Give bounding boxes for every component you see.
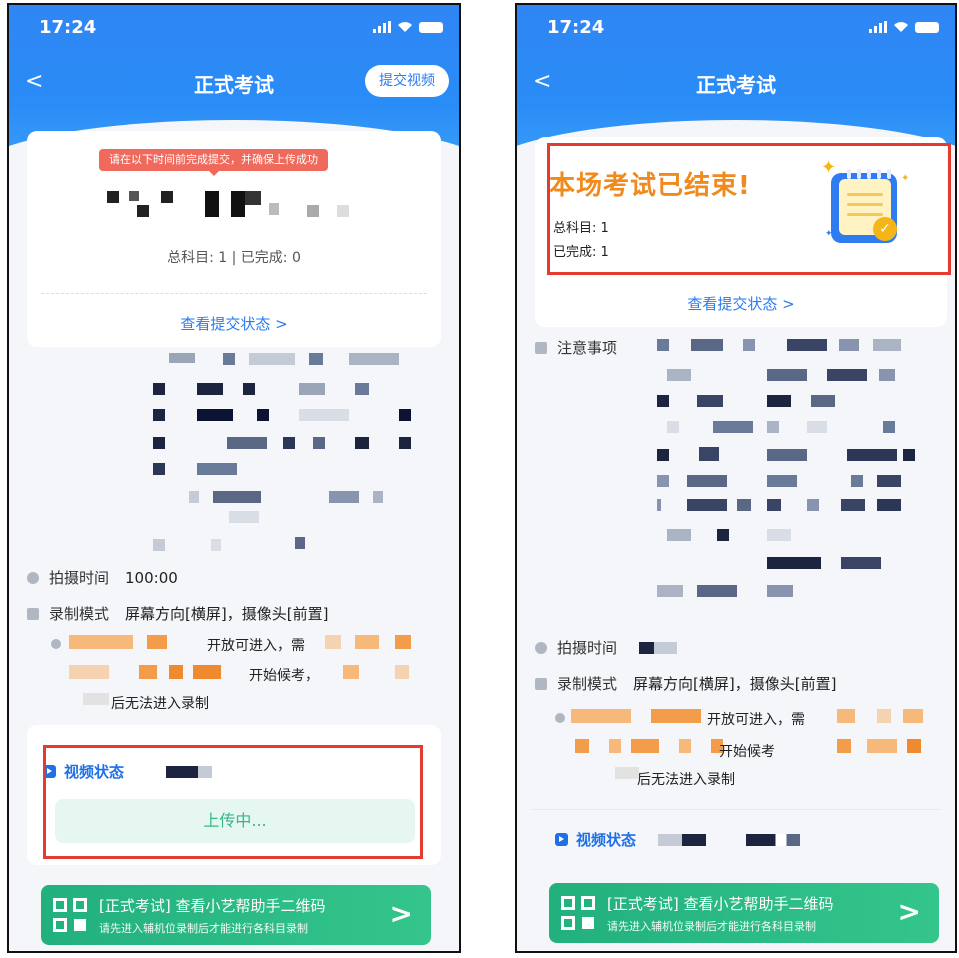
notice-icon <box>535 341 547 354</box>
chevron-right-icon: > <box>897 895 921 928</box>
page-title: 正式考试 <box>696 73 776 97</box>
view-submit-status-link[interactable]: 查看提交状态 > <box>27 313 441 334</box>
submit-video-button[interactable]: 提交视频 <box>365 65 449 97</box>
progress-summary: 总科目: 1 | 已完成: 0 <box>167 250 301 266</box>
nav-bar: < 正式考试 <box>517 63 955 103</box>
shoot-time-row: 拍摄时间 100:00 <box>27 567 178 588</box>
banner-subtitle: 请先进入辅机位录制后才能进行各科目录制 <box>607 920 816 933</box>
highlight-frame <box>547 143 951 275</box>
record-mode-label: 录制模式 <box>557 675 618 693</box>
video-status-row: 视频状态 <box>555 829 801 850</box>
notice-line-2: 开始候考 <box>719 744 775 760</box>
notice-line-3: 后无法进入录制 <box>637 772 735 788</box>
notice-label: 注意事项 <box>557 339 618 357</box>
redacted-notes <box>657 339 937 619</box>
record-mode-value: 屏幕方向[横屏]，摄像头[前置] <box>125 605 329 623</box>
divider <box>531 809 941 810</box>
notice-row: 注意事项 <box>535 337 617 358</box>
banner-subtitle: 请先进入辅机位录制后才能进行各科目录制 <box>99 922 308 935</box>
notice-block: 开放可进入，需 开始候考， 后无法进入录制 <box>43 631 423 715</box>
record-mode-row: 录制模式 屏幕方向[横屏]，摄像头[前置] <box>535 673 836 694</box>
wifi-icon <box>894 22 908 32</box>
clock-icon <box>535 641 547 654</box>
clock-icon <box>27 571 39 584</box>
status-time: 17:24 <box>39 17 97 38</box>
signal-icon <box>373 21 391 33</box>
view-submit-status-link[interactable]: 查看提交状态 > <box>535 293 947 314</box>
nav-bar: < 正式考试 提交视频 <box>9 63 459 103</box>
shoot-time-label: 拍摄时间 <box>49 569 110 587</box>
notice-line-3: 后无法进入录制 <box>111 696 209 712</box>
redacted-shoot-time <box>639 641 678 654</box>
notice-line-2: 开始候考， <box>249 668 319 684</box>
status-bar: 17:24 <box>9 5 459 49</box>
deadline-tip: 请在以下时间前完成提交，并确保上传成功 <box>99 149 328 176</box>
divider <box>41 293 427 294</box>
qr-helper-banner[interactable]: [正式考试] 查看小艺帮助手二维码 请先进入辅机位录制后才能进行各科目录制 > <box>549 883 939 943</box>
battery-icon <box>419 21 443 33</box>
video-status-label: 视频状态 <box>576 831 637 849</box>
battery-icon <box>915 21 939 33</box>
banner-title: [正式考试] 查看小艺帮助手二维码 <box>607 895 834 913</box>
notice-block: 开放可进入，需 开始候考 后无法进入录制 <box>547 705 937 791</box>
camera-icon <box>27 607 39 620</box>
wifi-icon <box>398 22 412 32</box>
chevron-right-icon: > <box>389 897 413 930</box>
status-time: 17:24 <box>547 17 605 38</box>
qr-icon <box>53 898 87 932</box>
record-mode-value: 屏幕方向[横屏]，摄像头[前置] <box>633 675 837 693</box>
redacted-deadline <box>107 191 367 221</box>
play-icon <box>555 833 568 846</box>
phone-screen-right: 17:24 < 正式考试 本场考试已结束! 总科目: 1 已完成: 1 ✦ ✦ … <box>515 3 957 953</box>
redacted-video-status <box>658 833 707 846</box>
notice-line-1: 开放可进入，需 <box>207 638 305 654</box>
deadline-card: 请在以下时间前完成提交，并确保上传成功 总科目: 1 | 已完成: 0 查看提交… <box>27 131 441 347</box>
qr-icon <box>561 896 595 930</box>
redacted-notes <box>149 351 419 551</box>
qr-helper-banner[interactable]: [正式考试] 查看小艺帮助手二维码 请先进入辅机位录制后才能进行各科目录制 > <box>41 885 431 945</box>
status-bar: 17:24 <box>517 5 955 49</box>
shoot-time-row: 拍摄时间 <box>535 637 678 658</box>
shoot-time-value: 100:00 <box>125 568 178 587</box>
notice-line-1: 开放可进入，需 <box>707 712 805 728</box>
record-mode-row: 录制模式 屏幕方向[横屏]，摄像头[前置] <box>27 603 328 624</box>
phone-screen-left: 17:24 < 正式考试 提交视频 请在以下时间前完成提交，并确保上传成功 总科… <box>7 3 461 953</box>
banner-title: [正式考试] 查看小艺帮助手二维码 <box>99 897 326 915</box>
signal-icon <box>869 21 887 33</box>
shoot-time-label: 拍摄时间 <box>557 639 618 657</box>
highlight-frame <box>43 745 423 859</box>
record-mode-label: 录制模式 <box>49 605 110 623</box>
camera-icon <box>535 677 547 690</box>
